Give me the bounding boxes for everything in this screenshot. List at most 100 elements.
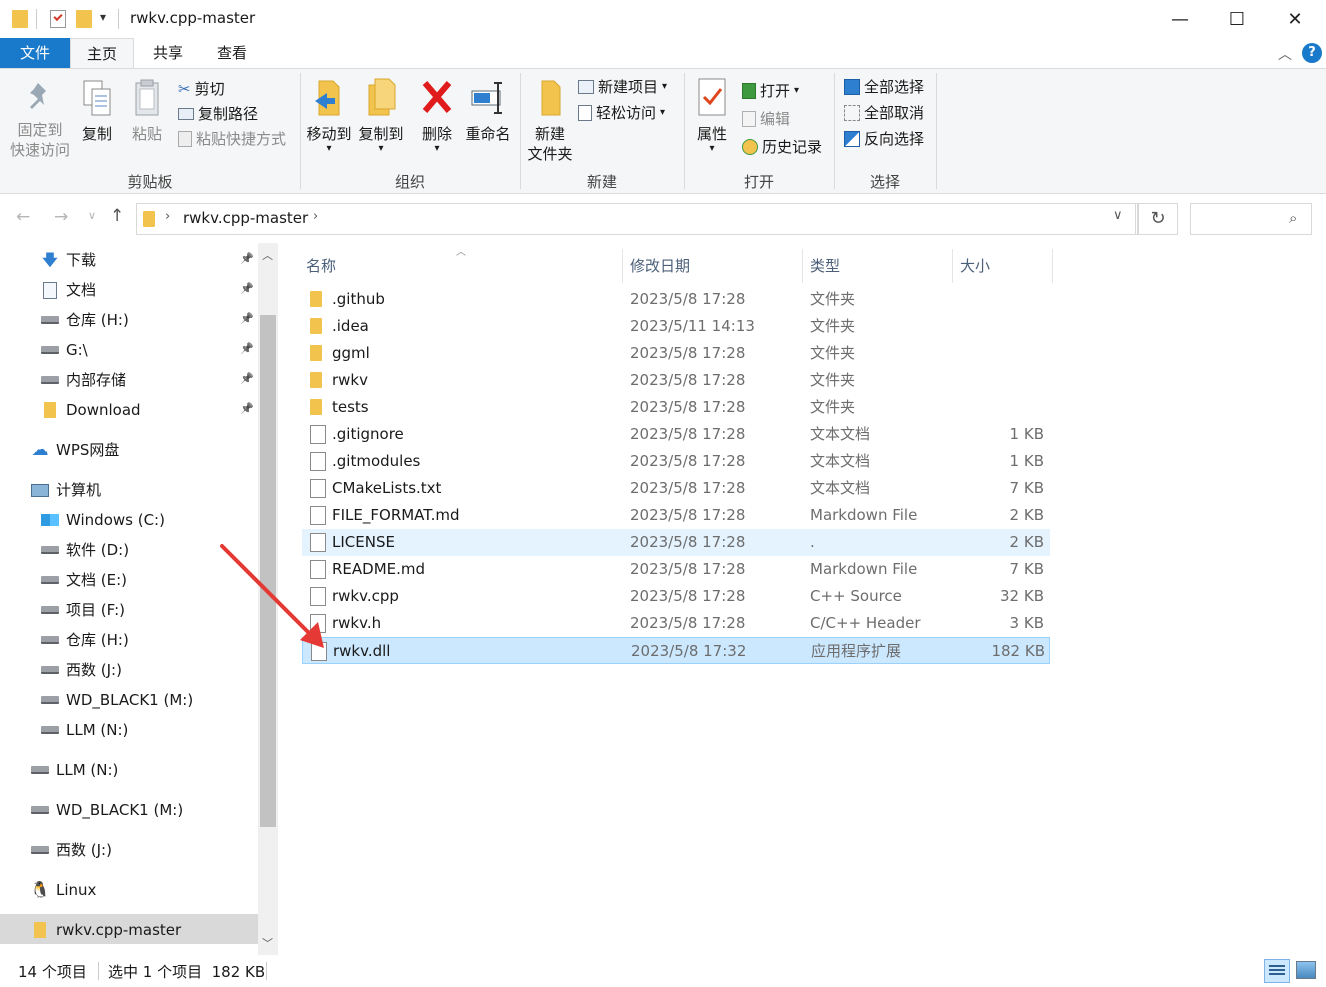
column-separator[interactable] (1052, 249, 1053, 283)
back-arrow-icon[interactable]: ← (16, 207, 30, 227)
nav-item[interactable]: Download (40, 395, 141, 425)
nav-item[interactable]: 内部存储 (40, 365, 126, 395)
file-row[interactable]: tests 2023/5/8 17:28 文件夹 (302, 394, 1050, 421)
pin-quick-access-button[interactable]: 固定到 快速访问 (8, 79, 72, 160)
copy-path-button[interactable]: 复制路径 (178, 102, 258, 126)
drive-icon (40, 726, 60, 734)
move-to-button[interactable]: 移动到 ▾ (304, 77, 354, 154)
invert-selection-button[interactable]: 反向选择 (844, 127, 924, 151)
nav-item[interactable]: 西数 (J:) (40, 655, 122, 685)
nav-item[interactable]: 西数 (J:) (30, 835, 112, 865)
file-row[interactable]: README.md 2023/5/8 17:28 Markdown File 7 KB (302, 556, 1050, 583)
nav-item[interactable]: 计算机 (30, 475, 101, 505)
column-header-date[interactable]: 修改日期 (630, 249, 802, 283)
file-row[interactable]: rwkv 2023/5/8 17:28 文件夹 (302, 367, 1050, 394)
search-icon[interactable]: ⌕ (1289, 209, 1297, 227)
file-row[interactable]: .gitmodules 2023/5/8 17:28 文本文档 1 KB (302, 448, 1050, 475)
pin-icon[interactable]: 📌 (240, 342, 254, 355)
select-none-button[interactable]: 全部取消 (844, 101, 924, 125)
scroll-up-icon[interactable]: ︿ (262, 247, 273, 263)
file-row[interactable]: CMakeLists.txt 2023/5/8 17:28 文本文档 7 KB (302, 475, 1050, 502)
file-row[interactable]: ggml 2023/5/8 17:28 文件夹 (302, 340, 1050, 367)
column-header-name[interactable]: 名称 (304, 249, 620, 283)
delete-button[interactable]: 删除 ▾ (414, 77, 460, 154)
pin-icon[interactable]: 📌 (240, 312, 254, 325)
forward-arrow-icon[interactable]: → (54, 207, 68, 227)
properties-check-icon[interactable] (50, 10, 66, 28)
column-separator[interactable] (802, 249, 803, 283)
file-row[interactable]: FILE_FORMAT.md 2023/5/8 17:28 Markdown Fil… (302, 502, 1050, 529)
breadcrumb-separator-icon[interactable]: › (313, 209, 318, 224)
file-row[interactable]: .idea 2023/5/11 14:13 文件夹 (302, 313, 1050, 340)
file-row[interactable]: rwkv.h 2023/5/8 17:28 C/C++ Header 3 KB (302, 610, 1050, 637)
edit-button[interactable]: 编辑 (742, 107, 790, 131)
nav-item[interactable]: 文档 (E:) (40, 565, 127, 595)
nav-item[interactable]: 文档 (40, 275, 96, 305)
open-button[interactable]: 打开 ▾ (742, 79, 799, 103)
collapse-ribbon-icon[interactable]: ︿ (1278, 44, 1292, 64)
address-history-chevron-icon[interactable]: ∨ (1113, 208, 1123, 223)
file-row[interactable]: .github 2023/5/8 17:28 文件夹 (302, 286, 1050, 313)
new-folder-button[interactable]: 新建 文件夹 (524, 77, 576, 164)
new-folder-quick-icon[interactable] (76, 10, 92, 28)
nav-item[interactable]: 软件 (D:) (40, 535, 129, 565)
new-item-button[interactable]: 新建项目 ▾ (578, 75, 667, 99)
column-separator[interactable] (952, 249, 953, 283)
nav-item[interactable]: G:\ (40, 335, 88, 365)
tab-file[interactable]: 文件 (0, 38, 70, 68)
column-header-size[interactable]: 大小 (960, 249, 1052, 283)
address-bar[interactable]: › rwkv.cpp-master › ∨ (136, 203, 1138, 235)
tab-home[interactable]: 主页 (70, 38, 134, 69)
breadcrumb-separator-icon[interactable]: › (165, 209, 170, 224)
tab-share[interactable]: 共享 (136, 38, 200, 68)
refresh-icon[interactable]: ↻ (1138, 203, 1178, 235)
nav-item[interactable]: 🐧 Linux (30, 875, 96, 905)
edit-pencil-icon (742, 111, 756, 127)
pin-icon[interactable]: 📌 (240, 402, 254, 415)
history-button[interactable]: 历史记录 (742, 135, 822, 159)
file-row[interactable]: LICENSE 2023/5/8 17:28. 2 KB (302, 529, 1050, 556)
nav-scrollbar-thumb[interactable] (260, 315, 276, 827)
nav-item[interactable]: 仓库 (H:) (40, 305, 129, 335)
nav-item[interactable]: LLM (N:) (30, 755, 118, 785)
select-all-button[interactable]: 全部选择 (844, 75, 924, 99)
rename-button[interactable]: 重命名 (462, 77, 514, 144)
column-separator[interactable] (622, 249, 623, 283)
file-row[interactable]: rwkv.cpp 2023/5/8 17:28 C++ Source 32 KB (302, 583, 1050, 610)
recent-locations-chevron-icon[interactable]: ∨ (88, 209, 96, 222)
nav-item[interactable]: WD_BLACK1 (M:) (30, 795, 183, 825)
column-header-type[interactable]: 类型 (810, 249, 952, 283)
minimize-button[interactable]: — (1151, 0, 1209, 38)
nav-item[interactable]: Windows (C:) (40, 505, 165, 535)
cut-button[interactable]: ✂ 剪切 (178, 77, 225, 101)
nav-item[interactable]: LLM (N:) (40, 715, 128, 745)
qat-dropdown-icon[interactable]: ▾ (100, 10, 106, 24)
up-arrow-icon[interactable]: ↑ (110, 206, 124, 226)
maximize-button[interactable]: ☐ (1208, 0, 1266, 38)
scroll-down-icon[interactable]: ﹀ (262, 935, 273, 951)
copy-button[interactable]: 复制 (76, 79, 118, 144)
close-button[interactable]: ✕ (1266, 0, 1324, 38)
properties-button[interactable]: 属性 ▾ (690, 77, 734, 154)
details-view-icon[interactable] (1264, 959, 1290, 983)
paste-shortcut-button[interactable]: 粘贴快捷方式 (178, 127, 286, 151)
large-icons-view-icon[interactable] (1296, 961, 1316, 979)
nav-item[interactable]: 🡇 下载 (40, 245, 96, 275)
search-input[interactable]: ⌕ (1190, 203, 1312, 235)
nav-item[interactable]: ☁ WPS网盘 (30, 435, 120, 465)
nav-item[interactable]: rwkv.cpp-master (30, 915, 181, 945)
nav-item[interactable]: 项目 (F:) (40, 595, 125, 625)
copy-to-button[interactable]: 复制到 ▾ (356, 77, 406, 154)
breadcrumb-current[interactable]: rwkv.cpp-master (183, 209, 308, 227)
nav-item[interactable]: WD_BLACK1 (M:) (40, 685, 193, 715)
tab-view[interactable]: 查看 (200, 38, 264, 68)
file-row[interactable]: .gitignore 2023/5/8 17:28 文本文档 1 KB (302, 421, 1050, 448)
file-row[interactable]: rwkv.dll 2023/5/8 17:32 应用程序扩展 182 KB (302, 637, 1050, 664)
paste-button[interactable]: 粘贴 (126, 79, 168, 144)
help-icon[interactable]: ? (1302, 43, 1322, 63)
pin-icon[interactable]: 📌 (240, 252, 254, 265)
pin-icon[interactable]: 📌 (240, 372, 254, 385)
easy-access-button[interactable]: 轻松访问 ▾ (578, 101, 665, 125)
nav-item[interactable]: 仓库 (H:) (40, 625, 129, 655)
pin-icon[interactable]: 📌 (240, 282, 254, 295)
